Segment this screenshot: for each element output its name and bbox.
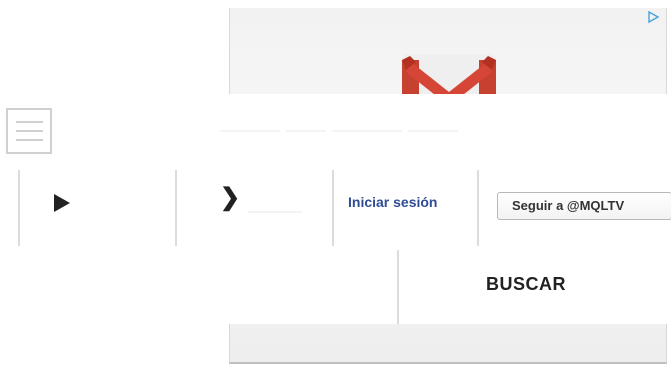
faded-text <box>220 122 520 138</box>
separator <box>397 250 399 324</box>
menu-bar <box>16 130 43 132</box>
play-button[interactable] <box>40 172 100 232</box>
site-header: ❯ Iniciar sesión Seguir a @MQLTV BUSCAR <box>0 94 671 324</box>
ad-choices-icon[interactable] <box>646 10 660 24</box>
search-button[interactable]: BUSCAR <box>400 250 671 324</box>
search-label: BUSCAR <box>486 274 567 294</box>
separator <box>332 170 334 246</box>
hamburger-menu-icon[interactable] <box>6 108 52 154</box>
login-link[interactable]: Iniciar sesión <box>348 194 437 210</box>
follow-twitter-button[interactable]: Seguir a @MQLTV <box>497 192 671 220</box>
menu-bar <box>16 121 43 123</box>
next-button[interactable]: ❯ <box>204 184 304 224</box>
separator <box>477 170 479 246</box>
separator <box>18 170 20 246</box>
play-icon <box>54 194 70 212</box>
gmail-logo-icon <box>402 54 496 96</box>
separator <box>175 170 177 246</box>
chevron-right-icon: ❯ <box>220 184 241 211</box>
page: ❯ Iniciar sesión Seguir a @MQLTV BUSCAR <box>0 0 671 365</box>
faded-underline <box>248 211 302 213</box>
menu-bar <box>16 139 43 141</box>
